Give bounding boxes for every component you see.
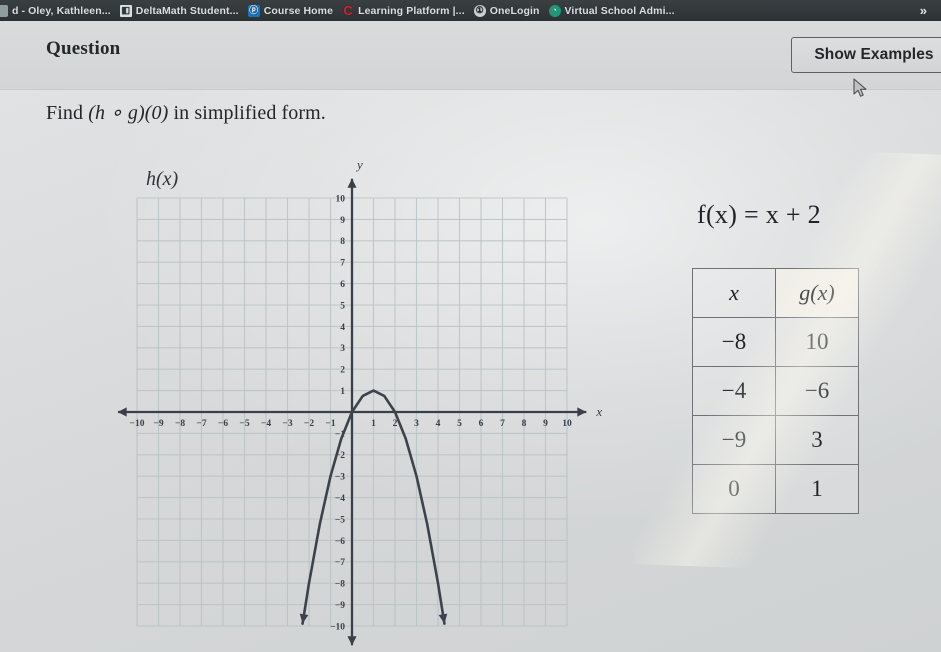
svg-text:−5: −5 [335, 515, 345, 525]
svg-text:−7: −7 [196, 419, 206, 429]
svg-text:−8: −8 [335, 580, 345, 590]
onelogin-favicon: ① [473, 4, 486, 17]
virtual-school-favicon: ◔ [548, 4, 561, 17]
table-row: 0 1 [692, 464, 859, 514]
browser-tab-learning-platform[interactable]: C Learning Platform |... [340, 0, 472, 21]
svg-text:−10: −10 [130, 419, 145, 429]
svg-text:−6: −6 [218, 419, 228, 429]
column-header-gx: g(x) [775, 268, 859, 318]
page-title: Question [46, 38, 121, 59]
question-prompt: Find (h ∘ g)(0) in simplified form. [46, 100, 326, 125]
column-header-x: x [692, 268, 776, 318]
course-home-favicon: ⓟ [247, 4, 260, 17]
svg-text:6: 6 [340, 280, 345, 290]
screen: d - Oley, Kathleen... ◧ DeltaMath Studen… [0, 0, 941, 652]
browser-tabstrip: d - Oley, Kathleen... ◧ DeltaMath Studen… [0, 0, 941, 21]
browser-tab-onelogin[interactable]: ① OneLogin [472, 0, 547, 21]
svg-text:8: 8 [340, 237, 345, 247]
svg-text:6: 6 [479, 419, 484, 429]
svg-text:−4: −4 [335, 494, 345, 504]
svg-text:−5: −5 [239, 419, 249, 429]
x-axis-label: x [595, 404, 602, 419]
cell-gx: 1 [775, 464, 859, 514]
svg-text:10: 10 [562, 419, 572, 429]
svg-text:−9: −9 [153, 419, 163, 429]
browser-tab-deltamath[interactable]: ◧ DeltaMath Student... [118, 0, 246, 21]
svg-text:3: 3 [414, 419, 419, 429]
svg-text:−6: −6 [335, 537, 345, 547]
svg-text:8: 8 [522, 419, 527, 429]
browser-tab-label: Learning Platform |... [358, 4, 465, 17]
deltamath-favicon: ◧ [119, 4, 132, 17]
svg-text:4: 4 [340, 323, 345, 333]
browser-tab-label: OneLogin [489, 4, 540, 17]
svg-text:−10: −10 [330, 622, 345, 632]
table-row: −4 −6 [692, 366, 859, 416]
f-expression: f(x) = x + 2 [697, 200, 821, 229]
g-table-body: x g(x) −8 10 −4 −6 −9 3 0 1 [692, 268, 859, 514]
cell-gx: −6 [775, 366, 859, 416]
y-axis-label: y [355, 160, 363, 172]
g-values-table: x g(x) −8 10 −4 −6 −9 3 0 1 [692, 268, 859, 514]
svg-text:9: 9 [340, 216, 345, 226]
svg-text:3: 3 [340, 344, 345, 354]
svg-text:−1: −1 [325, 419, 335, 429]
svg-text:7: 7 [340, 259, 345, 269]
cell-x: −4 [692, 366, 776, 416]
cell-x: 0 [692, 464, 776, 514]
learning-platform-favicon: C [343, 4, 353, 17]
cell-x: −9 [692, 415, 776, 465]
svg-text:−9: −9 [335, 601, 345, 611]
svg-text:9: 9 [543, 419, 548, 429]
mouse-cursor-icon [853, 78, 867, 97]
svg-text:4: 4 [436, 419, 441, 429]
browser-tab-course-home[interactable]: ⓟ Course Home [246, 0, 340, 21]
browser-tab-label: Course Home [263, 4, 334, 17]
svg-text:2: 2 [393, 419, 398, 429]
table-header-row: x g(x) [692, 268, 859, 318]
cell-gx: 10 [775, 317, 859, 367]
table-row: −9 3 [692, 415, 859, 465]
show-examples-button[interactable]: Show Examples [791, 37, 941, 73]
browser-tab-virtual-school[interactable]: ◔ Virtual School Admi... [547, 0, 682, 21]
tab-overflow-chevron-icon[interactable]: » [920, 0, 927, 21]
blank-favicon [0, 4, 8, 17]
svg-text:5: 5 [457, 419, 462, 429]
svg-text:−3: −3 [282, 419, 292, 429]
question-prompt-composition: (h ∘ g)(0) [88, 102, 169, 124]
cell-gx: 3 [775, 415, 859, 465]
svg-text:2: 2 [340, 366, 345, 376]
svg-text:−3: −3 [335, 473, 345, 483]
question-prompt-prefix: Find [46, 102, 89, 124]
question-prompt-suffix: in simplified form. [168, 102, 326, 124]
cell-x: −8 [692, 317, 776, 367]
svg-text:7: 7 [500, 419, 505, 429]
graph-function-label: h(x) [146, 168, 179, 190]
svg-text:−4: −4 [261, 419, 271, 429]
browser-tab-label: DeltaMath Student... [135, 4, 239, 17]
svg-text:5: 5 [340, 301, 345, 311]
function-graph: h(x) −10 −9 −8 −7 −6 −5 −4 −3 −2 −1 1 2 3 4 5 6 7 8 9 10 10 9… [117, 157, 608, 652]
svg-text:−8: −8 [175, 419, 185, 429]
browser-tab-label: d - Oley, Kathleen... [12, 4, 111, 17]
svg-text:10: 10 [336, 194, 346, 204]
graph-canvas: −10 −9 −8 −7 −6 −5 −4 −3 −2 −1 1 2 3 4 5 6 7 8 9 10 10 9 8 7 6 5 4… [117, 157, 602, 646]
browser-tab-label: Virtual School Admi... [564, 4, 675, 17]
browser-tab-0[interactable]: d - Oley, Kathleen... [0, 0, 118, 21]
table-row: −8 10 [692, 317, 859, 367]
svg-text:1: 1 [340, 387, 345, 397]
svg-text:1: 1 [371, 419, 376, 429]
svg-text:−2: −2 [304, 419, 314, 429]
svg-text:−7: −7 [335, 558, 345, 568]
